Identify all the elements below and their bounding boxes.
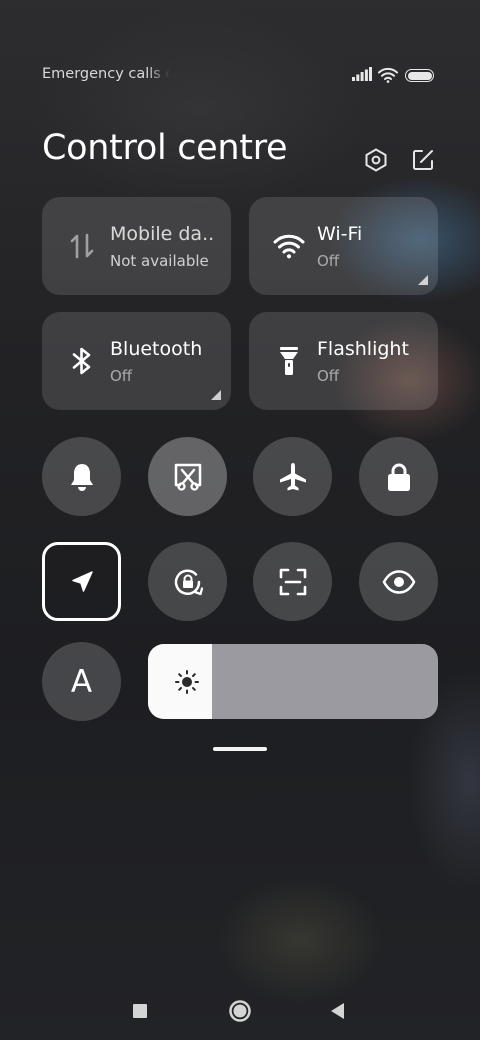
nav-home-button[interactable] (225, 996, 255, 1026)
expand-corner-icon[interactable] (211, 390, 221, 400)
carrier-text: Emergency calls only (42, 66, 170, 82)
recents-square-icon (133, 1004, 147, 1018)
bluetooth-icon (64, 344, 100, 378)
tile-mobile-data[interactable]: Mobile da.. Not available (42, 197, 231, 295)
wifi-status-icon (378, 67, 398, 83)
screenshot-scissors-icon (174, 463, 201, 491)
toggle-lock-screen[interactable] (359, 437, 438, 516)
tile-status: Off (317, 252, 340, 270)
tile-label: Bluetooth (110, 338, 203, 360)
settings-hexagon-icon (365, 148, 387, 172)
toggle-location[interactable] (42, 542, 121, 621)
toggle-reading-mode[interactable] (359, 542, 438, 621)
nav-recents-button[interactable] (125, 996, 155, 1026)
tile-label: Wi-Fi (317, 223, 363, 245)
tile-bluetooth[interactable]: Bluetooth Off (42, 312, 231, 410)
home-circle-icon (229, 1000, 251, 1022)
eye-icon (382, 569, 415, 594)
tile-label: Flashlight (317, 338, 409, 360)
flashlight-icon (271, 344, 307, 378)
bell-icon (70, 463, 93, 491)
edit-icon (413, 150, 433, 170)
status-bar: Emergency calls only (42, 62, 434, 90)
toggle-rotation-lock[interactable] (148, 542, 227, 621)
tile-status: Off (110, 367, 133, 385)
page-title: Control centre (42, 128, 288, 168)
scanner-icon (279, 568, 306, 595)
tile-label: Mobile da.. (110, 223, 215, 245)
expand-corner-icon[interactable] (418, 275, 428, 285)
tile-status: Not available (110, 252, 209, 270)
nav-back-button[interactable] (323, 996, 353, 1026)
mobile-data-arrows-icon (64, 229, 100, 263)
wifi-icon (271, 229, 307, 263)
location-arrow-icon (71, 570, 93, 592)
airplane-icon (279, 462, 306, 490)
brightness-slider[interactable] (148, 644, 438, 719)
font-letter-label: A (70, 663, 93, 700)
signal-icon (352, 67, 372, 81)
toggle-sound[interactable] (42, 437, 121, 516)
toggle-airplane[interactable] (253, 437, 332, 516)
toggle-screenshot[interactable] (148, 437, 227, 516)
toggle-font-size[interactable]: A (42, 642, 121, 721)
tile-flashlight[interactable]: Flashlight Off (249, 312, 438, 410)
tile-status: Off (317, 367, 340, 385)
back-triangle-icon (331, 1003, 344, 1019)
lock-icon (387, 463, 410, 491)
toggle-scanner[interactable] (253, 542, 332, 621)
tile-wifi[interactable]: Wi-Fi Off (249, 197, 438, 295)
panel-drag-handle[interactable] (213, 747, 267, 751)
rotation-lock-icon (174, 569, 203, 595)
battery-icon (405, 69, 434, 82)
settings-button[interactable] (362, 146, 390, 174)
edit-button[interactable] (409, 146, 437, 174)
sun-icon (175, 670, 199, 694)
